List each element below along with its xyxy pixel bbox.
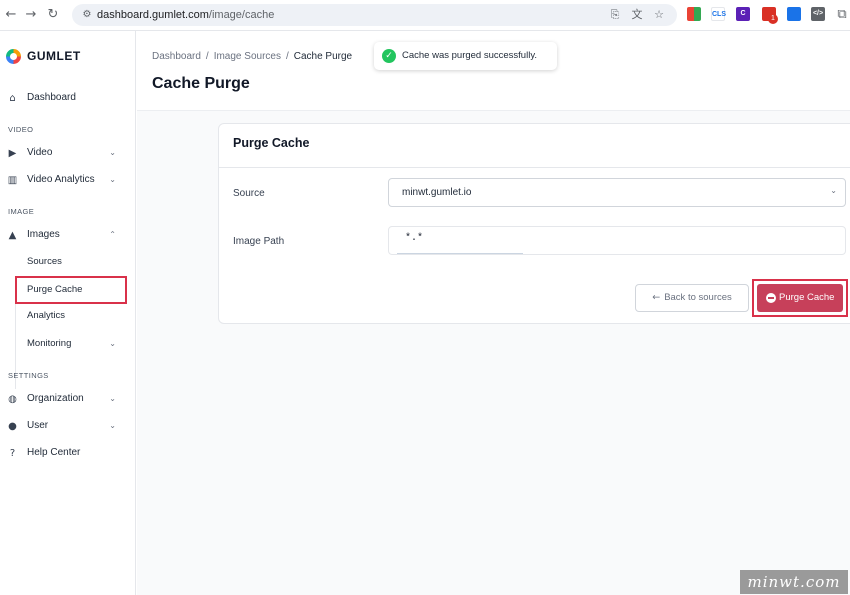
- image-path-label: Image Path: [233, 236, 285, 247]
- sidebar-item-label: Dashboard: [27, 92, 76, 103]
- chevron-down-icon: ⌄: [109, 421, 116, 430]
- site-settings-icon[interactable]: ⚙: [80, 8, 94, 22]
- sidebar-subitem-monitoring[interactable]: Monitoring ⌄: [16, 334, 136, 354]
- sidebar-item-label: Video: [27, 147, 53, 158]
- purge-cache-highlight: Purge Cache: [752, 279, 848, 317]
- breadcrumb-image-sources[interactable]: Image Sources: [214, 51, 281, 62]
- sidebar-item-label: Analytics: [27, 310, 66, 321]
- sidebar-item-label: Help Center: [27, 447, 81, 458]
- chevron-up-icon: ⌃: [109, 230, 116, 239]
- image-path-input[interactable]: *.*: [388, 226, 846, 255]
- section-label-settings: SETTINGS: [8, 371, 49, 380]
- chevron-down-icon: ⌄: [109, 148, 116, 157]
- translate-icon[interactable]: 文: [629, 7, 645, 23]
- back-button-label: Back to sources: [664, 292, 732, 303]
- gumlet-logo-icon: [6, 48, 21, 64]
- input-underline: [397, 253, 523, 254]
- sidebar-item-video-analytics[interactable]: ▥ Video Analytics ⌄: [0, 170, 136, 190]
- home-icon: ⌂: [9, 93, 16, 104]
- page-header: Dashboard / Image Sources / Cache Purge Cach…: [137, 31, 850, 111]
- sidebar-subitem-purge-cache[interactable]: Purge Cache: [15, 276, 127, 304]
- reload-icon[interactable]: ↻: [44, 6, 62, 24]
- globe-icon: ◍: [8, 394, 17, 405]
- sidebar-item-label: Monitoring: [27, 338, 72, 349]
- image-path-value: *.*: [405, 233, 424, 244]
- source-select[interactable]: minwt.gumlet.io ⌄: [388, 178, 846, 207]
- sidebar: GUMLET ⌂ Dashboard VIDEO ▶ Video ⌄ ▥ Vid…: [0, 31, 136, 595]
- section-label-video: VIDEO: [8, 125, 34, 134]
- extension-code-icon[interactable]: </>: [811, 7, 825, 21]
- sidebar-subitem-sources[interactable]: Sources: [16, 252, 136, 272]
- forward-arrow-icon[interactable]: →: [22, 6, 40, 24]
- purge-cache-button[interactable]: Purge Cache: [757, 284, 843, 312]
- video-play-icon: ▶: [8, 148, 17, 159]
- breadcrumb-dashboard[interactable]: Dashboard: [152, 51, 201, 62]
- main-content: Dashboard / Image Sources / Cache Purge Cach…: [137, 31, 850, 595]
- sidebar-item-dashboard[interactable]: ⌂ Dashboard: [0, 88, 136, 108]
- sidebar-item-label: Purge Cache: [27, 284, 83, 295]
- sidebar-item-label: Video Analytics: [27, 174, 95, 185]
- url-domain: dashboard.gumlet.com: [97, 9, 209, 21]
- arrow-left-icon: ←: [652, 292, 661, 303]
- chevron-down-icon: ⌄: [830, 186, 837, 195]
- sidebar-item-organization[interactable]: ◍ Organization ⌄: [0, 389, 136, 409]
- bookmark-star-icon[interactable]: ☆: [651, 7, 667, 23]
- back-to-sources-button[interactable]: ← Back to sources: [635, 284, 749, 312]
- brand-logo[interactable]: GUMLET: [6, 48, 81, 64]
- breadcrumb-separator: /: [285, 51, 289, 62]
- sidebar-item-label: User: [27, 420, 49, 431]
- address-bar[interactable]: ⚙ dashboard.gumlet.com/image/cache ⎘ 文 ☆: [72, 4, 677, 26]
- success-toast: ✓ Cache was purged successfully.: [374, 42, 557, 70]
- sidebar-item-help-center[interactable]: ? Help Center: [0, 443, 136, 463]
- check-circle-icon: ✓: [382, 49, 396, 63]
- chevron-down-icon: ⌄: [109, 394, 116, 403]
- extensions-puzzle-icon[interactable]: ⧉: [833, 6, 850, 24]
- browser-toolbar: ← → ↻ ⚙ dashboard.gumlet.com/image/cache…: [0, 0, 850, 31]
- help-circle-icon: ?: [9, 448, 16, 459]
- sidebar-item-video[interactable]: ▶ Video ⌄: [0, 143, 136, 163]
- breadcrumb-current: Cache Purge: [293, 51, 353, 62]
- extension-badge: 1: [768, 14, 778, 24]
- breadcrumb: Dashboard / Image Sources / Cache Purge: [152, 51, 352, 62]
- section-label-image: IMAGE: [8, 207, 35, 216]
- sidebar-item-label: Images: [27, 229, 60, 240]
- user-icon: ●: [8, 421, 17, 432]
- extension-blue-icon[interactable]: [787, 7, 801, 21]
- source-select-value: minwt.gumlet.io: [402, 187, 472, 198]
- url-path: /image/cache: [208, 9, 275, 21]
- sidebar-item-label: Sources: [27, 256, 62, 267]
- chevron-down-icon: ⌄: [109, 339, 116, 348]
- extension-1-icon[interactable]: [687, 7, 701, 21]
- sidebar-item-label: Organization: [27, 393, 84, 404]
- page-title: Cache Purge: [152, 75, 250, 92]
- chevron-down-icon: ⌄: [109, 175, 116, 184]
- card-divider: [219, 167, 850, 168]
- install-app-icon[interactable]: ⎘: [607, 7, 623, 23]
- minus-circle-icon: [766, 293, 776, 303]
- breadcrumb-separator: /: [205, 51, 209, 62]
- extension-cls-icon[interactable]: CLS: [711, 7, 726, 21]
- sidebar-subitem-analytics[interactable]: Analytics: [16, 306, 136, 326]
- watermark: minwt.com: [740, 570, 848, 594]
- brand-name: GUMLET: [27, 49, 81, 63]
- source-label: Source: [233, 188, 265, 199]
- back-arrow-icon[interactable]: ←: [2, 6, 20, 24]
- sidebar-item-user[interactable]: ● User ⌄: [0, 416, 136, 436]
- extension-c-icon[interactable]: C: [736, 7, 750, 21]
- sidebar-item-images[interactable]: ▲ Images ⌃: [0, 225, 136, 245]
- bar-chart-icon: ▥: [7, 175, 18, 186]
- toast-message: Cache was purged successfully.: [402, 50, 537, 61]
- url-text[interactable]: dashboard.gumlet.com/image/cache: [97, 8, 274, 22]
- card-title: Purge Cache: [233, 136, 310, 150]
- purge-button-label: Purge Cache: [779, 292, 835, 303]
- image-mountain-icon: ▲: [8, 230, 17, 241]
